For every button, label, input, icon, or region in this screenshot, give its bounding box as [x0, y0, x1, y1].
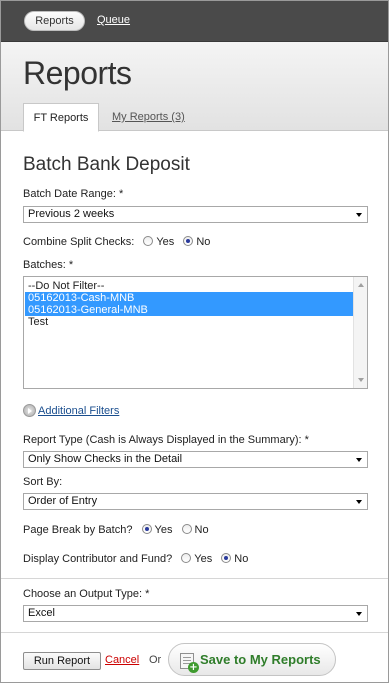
- display-contributor-yes-radio[interactable]: [181, 553, 192, 563]
- batch-date-range-value: Previous 2 weeks: [28, 208, 115, 220]
- batches-label: Batches: *: [23, 259, 74, 271]
- page-break-row: Page Break by Batch? Yes No: [23, 524, 209, 536]
- combine-split-checks-no-label: No: [196, 236, 211, 248]
- sort-by-select[interactable]: Order of Entry: [23, 493, 368, 510]
- additional-filters-link[interactable]: Additional Filters: [23, 404, 119, 417]
- dropdown-arrow-icon: [356, 458, 362, 462]
- display-contributor-row: Display Contributor and Fund? Yes No: [23, 553, 248, 565]
- output-type-label: Choose an Output Type: *: [23, 588, 150, 600]
- divider: [1, 632, 388, 633]
- dropdown-arrow-icon: [356, 500, 362, 504]
- batch-date-range-select[interactable]: Previous 2 weeks: [23, 206, 368, 223]
- page-break-yes-radio[interactable]: [141, 524, 152, 534]
- tab-ft-reports[interactable]: FT Reports: [23, 103, 99, 132]
- output-type-value: Excel: [28, 607, 55, 619]
- combine-split-checks-label: Combine Split Checks:: [23, 236, 135, 248]
- batch-option[interactable]: Test: [25, 316, 354, 328]
- section-title: Batch Bank Deposit: [23, 154, 190, 175]
- batches-listbox[interactable]: --Do Not Filter-- 05162013-Cash-MNB 0516…: [23, 276, 368, 389]
- combine-split-checks-row: Combine Split Checks: Yes No: [23, 236, 210, 248]
- nav-reports-button[interactable]: Reports: [24, 11, 85, 31]
- scroll-up-icon[interactable]: [358, 283, 364, 287]
- output-type-select[interactable]: Excel: [23, 605, 368, 622]
- batch-option[interactable]: --Do Not Filter--: [25, 280, 354, 292]
- nav-queue-link[interactable]: Queue: [97, 14, 130, 26]
- page-break-label: Page Break by Batch?: [23, 524, 133, 536]
- combine-split-checks-no-radio[interactable]: [183, 236, 194, 246]
- display-contributor-no-label: No: [234, 553, 249, 565]
- sort-by-label: Sort By:: [23, 476, 63, 488]
- top-navigation-bar: Reports Queue: [1, 1, 388, 42]
- listbox-scrollbar[interactable]: [353, 277, 367, 388]
- divider: [1, 578, 388, 579]
- batch-option[interactable]: 05162013-General-MNB: [25, 304, 354, 316]
- report-type-label: Report Type (Cash is Always Displayed in…: [23, 434, 309, 446]
- sort-by-value: Order of Entry: [28, 495, 98, 507]
- dropdown-arrow-icon: [356, 213, 362, 217]
- tab-my-reports[interactable]: My Reports (3): [102, 103, 195, 132]
- page-title: Reports: [23, 55, 132, 91]
- page-break-no-label: No: [194, 524, 209, 536]
- display-contributor-yes-label: Yes: [194, 553, 213, 565]
- add-report-icon: +: [180, 653, 199, 673]
- page-break-yes-label: Yes: [154, 524, 173, 536]
- combine-split-checks-yes-label: Yes: [156, 236, 175, 248]
- display-contributor-no-radio[interactable]: [221, 553, 232, 563]
- or-separator: Or: [149, 654, 162, 666]
- scroll-down-icon[interactable]: [358, 378, 364, 382]
- save-to-my-reports-label: Save to My Reports: [200, 652, 321, 667]
- cancel-link[interactable]: Cancel: [105, 654, 139, 666]
- page-break-no-radio[interactable]: [181, 524, 192, 534]
- batch-option[interactable]: 05162013-Cash-MNB: [25, 292, 354, 304]
- dropdown-arrow-icon: [356, 612, 362, 616]
- additional-filters-label[interactable]: Additional Filters: [38, 405, 119, 417]
- report-type-value: Only Show Checks in the Detail: [28, 453, 183, 465]
- display-contributor-label: Display Contributor and Fund?: [23, 553, 173, 565]
- report-type-select[interactable]: Only Show Checks in the Detail: [23, 451, 368, 468]
- batch-date-range-label: Batch Date Range: *: [23, 188, 124, 200]
- combine-split-checks-yes-radio[interactable]: [143, 236, 154, 246]
- expand-arrow-icon[interactable]: [23, 404, 36, 417]
- save-to-my-reports-button[interactable]: + Save to My Reports: [168, 643, 336, 676]
- report-window: Reports Queue Reports FT Reports My Repo…: [0, 0, 389, 683]
- run-report-button[interactable]: Run Report: [23, 652, 101, 670]
